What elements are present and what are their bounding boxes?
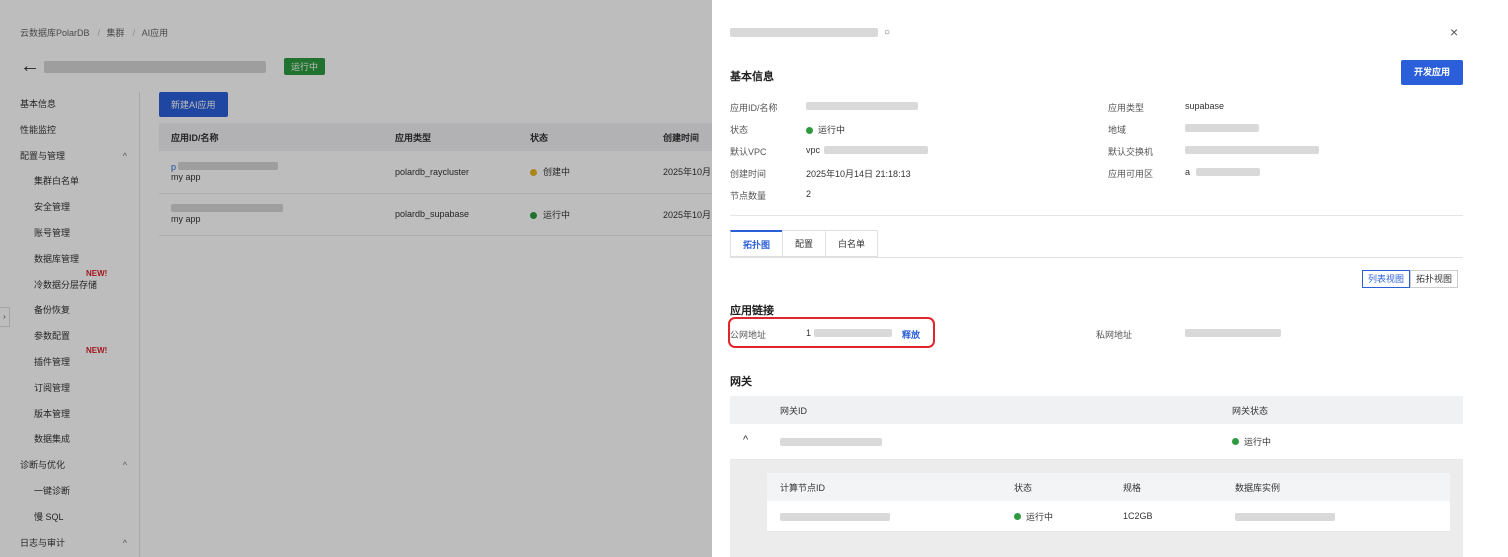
collapse-chevron-icon[interactable]: ^ [743, 434, 748, 446]
tab-topology[interactable]: 拓扑图 [730, 230, 784, 257]
vpc-value-redacted [824, 146, 928, 154]
view-toggle: 列表视图 拓扑视图 [1362, 270, 1459, 288]
detail-tabs: 拓扑图 配置 白名单 [730, 230, 879, 257]
refresh-icon[interactable]: ○ [884, 27, 890, 38]
node-row[interactable]: 运行中 1C2GB [767, 501, 1450, 532]
node-id-redacted [780, 513, 890, 521]
vpc-label: 默认VPC [730, 147, 767, 157]
col-node-id: 计算节点ID [780, 482, 826, 493]
tab-whitelist[interactable]: 白名单 [825, 230, 879, 257]
col-node-spec: 规格 [1123, 482, 1142, 493]
vswitch-label: 默认交换机 [1108, 147, 1154, 157]
app-id-value-redacted [806, 102, 918, 110]
node-spec: 1C2GB [1123, 511, 1153, 521]
highlight-box [728, 317, 935, 348]
gateway-table-header: 网关ID 网关状态 [730, 396, 1463, 424]
zone-label: 应用可用区 [1108, 169, 1154, 179]
private-address-redacted [1185, 329, 1281, 337]
created-label: 创建时间 [730, 169, 767, 179]
col-db-instance: 数据库实例 [1235, 482, 1281, 493]
node-status: 运行中 [1014, 501, 1053, 531]
gateway-title: 网关 [730, 376, 752, 388]
vswitch-value-redacted [1185, 146, 1319, 154]
gateway-id-redacted [780, 438, 882, 446]
status-label: 状态 [730, 125, 749, 135]
app-id-label: 应用ID/名称 [730, 103, 778, 113]
app-detail-drawer: ○ × 基本信息 开发应用 应用ID/名称 状态 运行中 默认VPC vpc 创… [712, 0, 1508, 557]
gateway-expanded-panel: 计算节点ID 状态 规格 数据库实例 运行中 1C2GB [730, 460, 1463, 557]
status-dot-icon [1014, 512, 1021, 520]
status-dot-icon [806, 127, 813, 134]
status-value: 运行中 [806, 123, 845, 136]
topology-view-button[interactable]: 拓扑视图 [1410, 270, 1459, 288]
divider [730, 215, 1463, 216]
col-gateway-status: 网关状态 [1232, 405, 1269, 416]
app-title-redacted [730, 28, 878, 37]
created-value: 2025年10月14日 21:18:13 [806, 169, 911, 179]
zone-value-redacted [1196, 168, 1260, 176]
nodes-value: 2 [806, 189, 812, 199]
col-node-status: 状态 [1014, 482, 1033, 493]
close-icon[interactable]: × [1450, 24, 1458, 40]
db-instance-redacted [1235, 513, 1335, 521]
gateway-status: 运行中 [1232, 424, 1271, 459]
develop-app-button[interactable]: 开发应用 [1401, 60, 1463, 85]
tab-config[interactable]: 配置 [782, 230, 827, 257]
region-value-redacted [1185, 124, 1259, 132]
node-table-header: 计算节点ID 状态 规格 数据库实例 [767, 473, 1450, 501]
nodes-label: 节点数量 [730, 191, 767, 201]
region-label: 地域 [1108, 125, 1127, 135]
col-gateway-id: 网关ID [780, 405, 808, 416]
basic-info-title: 基本信息 [730, 71, 774, 83]
app-link-title: 应用链接 [730, 305, 774, 317]
type-label: 应用类型 [1108, 103, 1145, 113]
vpc-value: vpc [806, 145, 821, 155]
list-view-button[interactable]: 列表视图 [1362, 270, 1411, 288]
status-dot-icon [1232, 438, 1239, 445]
private-address-label: 私网地址 [1096, 330, 1133, 340]
drawer-title: ○ [730, 27, 890, 38]
drawer-mask[interactable] [0, 0, 712, 557]
gateway-row[interactable]: ^ 运行中 [730, 424, 1463, 460]
compute-node-table: 计算节点ID 状态 规格 数据库实例 运行中 1C2GB [767, 473, 1450, 532]
type-value: supabase [1185, 101, 1225, 111]
zone-value: a [1185, 167, 1191, 177]
tab-underline [730, 257, 1463, 258]
